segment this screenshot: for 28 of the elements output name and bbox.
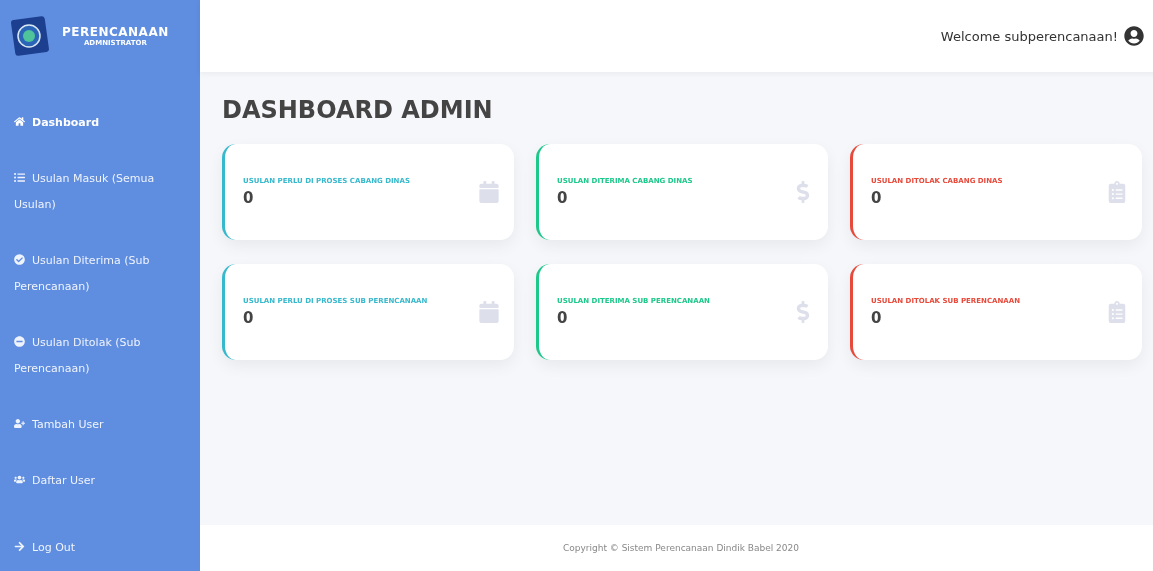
calendar-icon bbox=[478, 301, 500, 323]
welcome-text: Welcome subperencanaan! bbox=[940, 28, 1118, 44]
sidebar-item[interactable]: Daftar User bbox=[0, 468, 200, 494]
stat-value: 0 bbox=[557, 189, 569, 207]
clipboard-icon bbox=[1106, 181, 1128, 203]
home-icon bbox=[14, 116, 25, 127]
stat-value: 0 bbox=[871, 189, 883, 207]
stat-value: 0 bbox=[557, 309, 569, 327]
sidebar-item[interactable]: Tambah User bbox=[0, 412, 200, 438]
sidebar-item[interactable]: Dashboard bbox=[0, 110, 200, 136]
page-title: DASHBOARD ADMIN bbox=[222, 96, 494, 124]
sidebar-item[interactable]: Usulan Ditolak (Sub Perencanaan) bbox=[0, 330, 200, 382]
users-icon bbox=[14, 474, 25, 485]
logo-icon bbox=[10, 15, 50, 57]
clipboard-icon bbox=[1106, 301, 1128, 323]
calendar-icon bbox=[478, 181, 500, 203]
stat-value: 0 bbox=[871, 309, 883, 327]
sidebar-item[interactable]: Usulan Diterima (Sub Perencanaan) bbox=[0, 248, 200, 300]
brand-title: PERENCANAAN bbox=[62, 25, 169, 39]
user-plus-icon bbox=[14, 418, 25, 429]
sidebar-item[interactable]: Usulan Masuk (Semua Usulan) bbox=[0, 166, 200, 218]
copyright-text: Copyright © Sistem Perencanaan Dindik Babel 2020 bbox=[562, 543, 800, 553]
stat-value: 0 bbox=[243, 189, 255, 207]
stat-value: 0 bbox=[243, 309, 255, 327]
logout-link[interactable]: Log Out bbox=[0, 535, 200, 561]
user-avatar-icon[interactable] bbox=[1124, 26, 1144, 46]
list-icon bbox=[14, 172, 25, 183]
arrow-right-icon bbox=[14, 541, 25, 552]
